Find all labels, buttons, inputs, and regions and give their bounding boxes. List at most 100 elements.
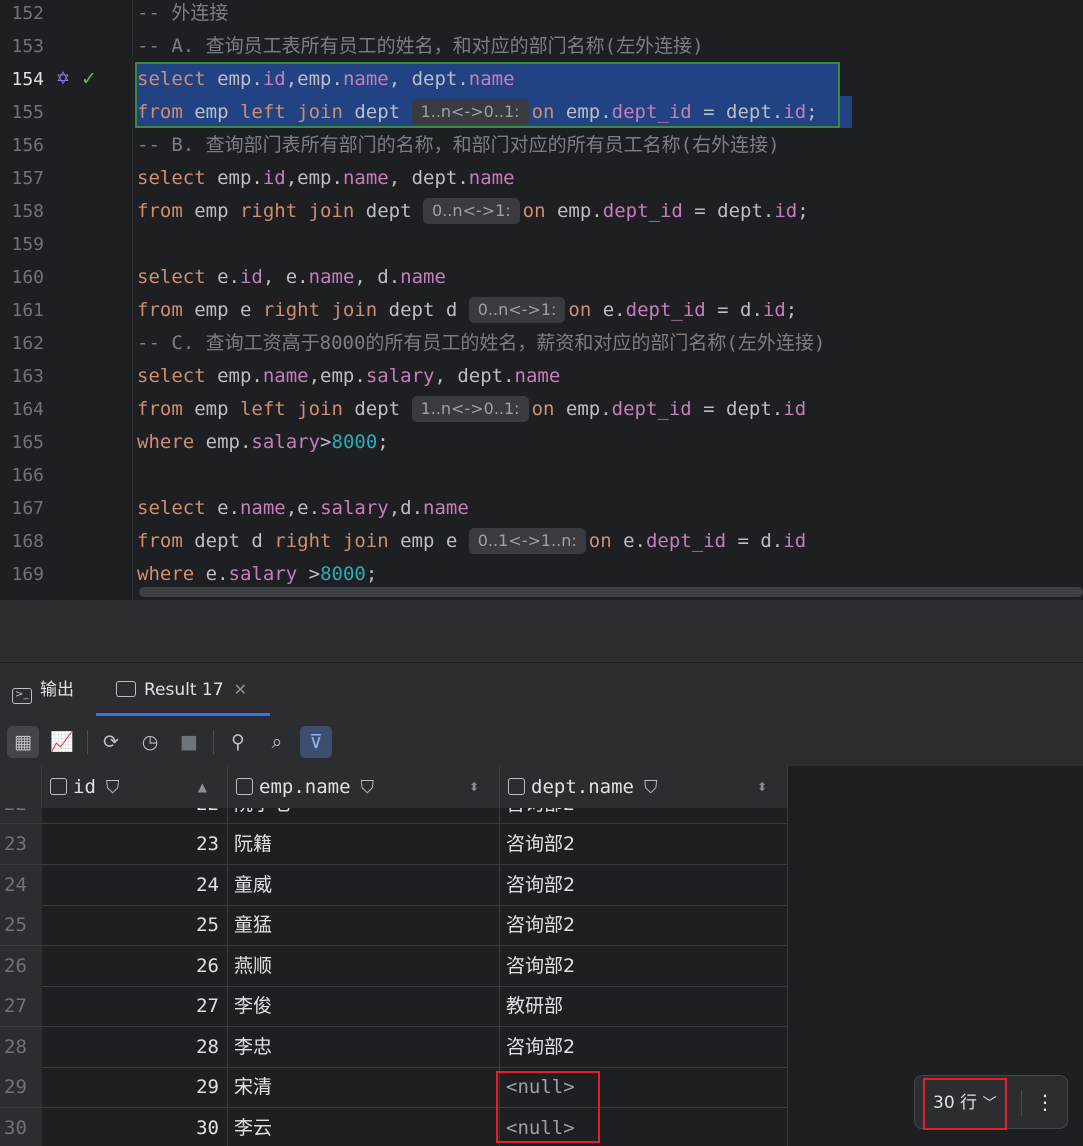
code-token: name bbox=[262, 365, 309, 387]
code-line[interactable]: 161 from emp e right join dept d 0..n<->1… bbox=[0, 294, 1083, 327]
cell-id[interactable]: 28 bbox=[42, 1026, 228, 1067]
tab-output[interactable]: >_ 输出 bbox=[12, 663, 74, 717]
sort-icon[interactable]: ▲ bbox=[198, 766, 207, 808]
code-text[interactable]: from emp right join dept 0..n<->1: on emp… bbox=[137, 195, 809, 228]
sort-icon[interactable]: ⬍ bbox=[757, 766, 767, 808]
table-row[interactable]: 24 24 童威 咨询部2 bbox=[0, 864, 788, 906]
cell-dept-name[interactable]: 咨询部2 bbox=[500, 864, 788, 905]
filter-funnel-icon[interactable]: ⛉ bbox=[106, 777, 120, 798]
table-row[interactable]: 29 29 宋清 <null> bbox=[0, 1067, 788, 1108]
cell-id[interactable]: 24 bbox=[42, 864, 228, 905]
cell-emp-name[interactable]: 宋清 bbox=[228, 1067, 500, 1107]
code-text[interactable]: -- B. 查询部门表所有部门的名称，和部门对应的所有员工名称(右外连接) bbox=[137, 129, 780, 162]
code-token: from bbox=[137, 299, 183, 321]
cell-dept-name[interactable]: 咨询部2 bbox=[500, 824, 788, 864]
toolbar-divider bbox=[213, 730, 214, 754]
code-line[interactable]: 157 select emp.id,emp.name, dept.name bbox=[0, 162, 1083, 195]
code-line[interactable]: 155 from emp left join dept 1..n<->0..1: o… bbox=[0, 96, 1083, 129]
code-line[interactable]: 152 -- 外连接 bbox=[0, 0, 1083, 30]
table-row[interactable]: 26 26 燕顺 咨询部2 bbox=[0, 945, 788, 987]
code-text[interactable]: -- C. 查询工资高于8000的所有员工的姓名，薪资和对应的部门名称(左外连接… bbox=[137, 327, 825, 360]
column-header-id[interactable]: id ⛉ ▲ bbox=[42, 766, 228, 808]
cell-id[interactable]: 25 bbox=[42, 905, 228, 945]
column-header-emp-name[interactable]: emp.name ⛉ ⬍ bbox=[228, 766, 500, 808]
code-line[interactable]: 153 -- A. 查询员工表所有员工的姓名，和对应的部门名称(左外连接) bbox=[0, 30, 1083, 63]
table-row[interactable]: 23 23 阮籍 咨询部2 bbox=[0, 824, 788, 865]
cell-emp-name[interactable]: 童猛 bbox=[228, 905, 500, 945]
code-line[interactable]: 160 select e.id, e.name, d.name bbox=[0, 261, 1083, 294]
code-text[interactable]: -- A. 查询员工表所有员工的姓名，和对应的部门名称(左外连接) bbox=[137, 30, 704, 63]
chart-view-icon[interactable]: 📈 bbox=[46, 726, 78, 758]
code-line[interactable]: 159 bbox=[0, 228, 1083, 261]
cell-id[interactable]: 30 bbox=[42, 1107, 228, 1146]
table-view-icon[interactable]: ▦ bbox=[7, 726, 39, 758]
cell-id[interactable]: 29 bbox=[42, 1067, 228, 1107]
table-row[interactable]: 30 30 李云 <null> bbox=[0, 1107, 788, 1146]
code-text[interactable]: select e.name,e.salary,d.name bbox=[137, 492, 469, 525]
cell-emp-name[interactable]: 燕顺 bbox=[228, 945, 500, 986]
code-line[interactable]: 163 select emp.name,emp.salary, dept.name bbox=[0, 360, 1083, 393]
code-line[interactable]: 162 -- C. 查询工资高于8000的所有员工的姓名，薪资和对应的部门名称(左… bbox=[0, 327, 1083, 360]
more-options-icon[interactable]: ⋮ bbox=[1027, 1076, 1063, 1128]
cell-emp-name[interactable]: 李忠 bbox=[228, 1026, 500, 1067]
stop-icon[interactable]: ■ bbox=[173, 726, 205, 758]
code-text[interactable]: select e.id, e.name, d.name bbox=[137, 261, 446, 294]
search-icon[interactable]: ⌕ bbox=[261, 726, 293, 758]
cell-id[interactable]: 23 bbox=[42, 824, 228, 864]
table-row[interactable]: 28 28 李忠 咨询部2 bbox=[0, 1026, 788, 1068]
code-line[interactable]: 167 select e.name,e.salary,d.name bbox=[0, 492, 1083, 525]
code-text[interactable]: -- 外连接 bbox=[137, 0, 228, 30]
code-line[interactable]: 164 from emp left join dept 1..n<->0..1: o… bbox=[0, 393, 1083, 426]
cell-dept-name[interactable]: 咨询部2 bbox=[500, 1026, 788, 1067]
code-text[interactable]: where emp.salary>8000; bbox=[137, 426, 389, 459]
cell-emp-name[interactable]: 阮小七 bbox=[228, 808, 500, 823]
code-token: > bbox=[297, 563, 321, 585]
cell-emp-name[interactable]: 李云 bbox=[228, 1107, 500, 1146]
code-line[interactable]: 165 where emp.salary>8000; bbox=[0, 426, 1083, 459]
sort-icon[interactable]: ⬍ bbox=[469, 766, 479, 808]
refresh-icon[interactable]: ⟳ bbox=[95, 726, 127, 758]
code-token: from bbox=[137, 101, 183, 123]
pin-icon[interactable]: ⚲ bbox=[222, 726, 254, 758]
cell-emp-name[interactable]: 李俊 bbox=[228, 986, 500, 1026]
code-token: -- C. 查询工资高于8000的所有员工的姓名，薪资和对应的部门名称(左外连接… bbox=[137, 332, 826, 354]
close-icon[interactable]: ✕ bbox=[234, 680, 247, 699]
cell-id[interactable]: 22 bbox=[42, 808, 228, 823]
table-row[interactable]: 27 27 李俊 教研部 bbox=[0, 986, 788, 1027]
code-text[interactable]: from emp left join dept 1..n<->0..1: on e… bbox=[137, 393, 806, 426]
table-row[interactable]: 22 22 阮小七 咨询部2 bbox=[0, 808, 788, 824]
cell-dept-name[interactable]: 咨询部2 bbox=[500, 905, 788, 945]
code-line[interactable]: 158 from emp right join dept 0..n<->1: on … bbox=[0, 195, 1083, 228]
cell-emp-name[interactable]: 阮籍 bbox=[228, 824, 500, 864]
code-text[interactable]: select emp.id,emp.name, dept.name bbox=[137, 162, 515, 195]
ai-assistant-icon[interactable]: ✡ bbox=[52, 68, 74, 90]
code-token: select bbox=[137, 497, 206, 519]
filter-funnel-icon[interactable]: ⛉ bbox=[644, 777, 658, 798]
code-token: id bbox=[774, 200, 798, 222]
cell-dept-name[interactable]: 咨询部2 bbox=[500, 945, 788, 986]
filter-funnel-icon[interactable]: ⛉ bbox=[361, 777, 375, 798]
code-line[interactable]: 166 bbox=[0, 459, 1083, 492]
cell-id[interactable]: 27 bbox=[42, 986, 228, 1026]
code-text[interactable]: from dept d right join emp e 0..1<->1..n… bbox=[137, 525, 806, 558]
code-line[interactable]: 168 from dept d right join emp e 0..1<->1… bbox=[0, 525, 1083, 558]
horizontal-scrollbar[interactable] bbox=[139, 587, 1083, 597]
history-icon[interactable]: ◷ bbox=[134, 726, 166, 758]
cell-dept-name[interactable]: 咨询部2 bbox=[500, 808, 788, 823]
code-text[interactable]: select emp.id,emp.name, dept.name bbox=[137, 63, 515, 96]
cell-id[interactable]: 26 bbox=[42, 945, 228, 986]
code-text[interactable]: from emp e right join dept d 0..n<->1: on… bbox=[137, 294, 797, 327]
cell-emp-name[interactable]: 童威 bbox=[228, 864, 500, 905]
code-text[interactable]: select emp.name,emp.salary, dept.name bbox=[137, 360, 560, 393]
code-editor[interactable]: 152 -- 外连接 153 -- A. 查询员工表所有员工的姓名，和对应的部门名称(… bbox=[0, 0, 1083, 600]
code-token: id bbox=[262, 68, 286, 90]
code-line[interactable]: 154 select emp.id,emp.name, dept.name bbox=[0, 63, 1083, 96]
table-row[interactable]: 25 25 童猛 咨询部2 bbox=[0, 905, 788, 946]
column-header-dept-name[interactable]: dept.name ⛉ ⬍ bbox=[500, 766, 788, 808]
code-text[interactable]: from emp left join dept 1..n<->0..1: on e… bbox=[137, 96, 818, 129]
filter-icon[interactable]: ⊽ bbox=[300, 726, 332, 758]
code-token: e. bbox=[611, 530, 646, 552]
tab-result[interactable]: Result 17 ✕ bbox=[116, 663, 247, 717]
code-line[interactable]: 156 -- B. 查询部门表所有部门的名称，和部门对应的所有员工名称(右外连接) bbox=[0, 129, 1083, 162]
cell-dept-name[interactable]: 教研部 bbox=[500, 986, 788, 1026]
